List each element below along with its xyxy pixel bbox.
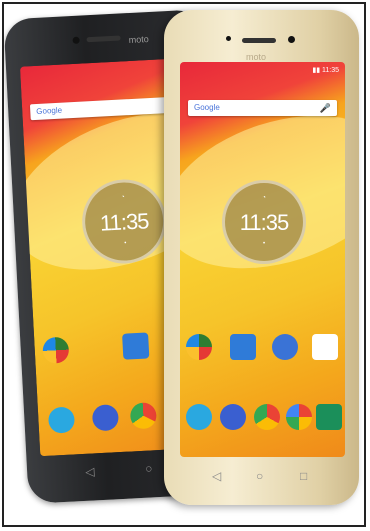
clock-time: 11:35 (239, 210, 289, 235)
clock-top: ◔ (120, 194, 125, 201)
phone-icon (186, 404, 212, 430)
status-bar: ▮▮ 11:35 (312, 67, 339, 74)
nav-back: ◁ (84, 464, 95, 479)
contacts-icon (122, 332, 150, 360)
clock-widget: ◔ 11:35 • (222, 180, 306, 264)
brand-logo: moto (246, 52, 267, 62)
nav-home: ○ (256, 469, 264, 483)
google-label: Google (36, 105, 63, 116)
photos-icon (186, 334, 212, 360)
chrome-icon (254, 404, 280, 430)
contacts-icon (230, 334, 256, 360)
gold-phone-screen: ▮▮ 11:35 Google 🎤 ◔ 11:35 • (180, 62, 345, 457)
nav-home: ○ (144, 461, 153, 476)
photos-pinwheel-icon (286, 404, 312, 430)
photo-frame: moto Google 🎤 ◔ 11:35 • ◁ ○ (2, 2, 366, 527)
clock-top: ◔ (262, 195, 266, 201)
play-store-icon (312, 334, 338, 360)
camera-icon (316, 404, 342, 430)
front-camera (72, 36, 80, 44)
sensor (288, 36, 295, 43)
mic-icon: 🎤 (319, 103, 331, 113)
clock-time: 11:35 (99, 208, 150, 236)
clock-date: • (124, 240, 127, 247)
messages-icon (220, 404, 246, 430)
nav-back: ◁ (212, 469, 222, 483)
clock-date: • (262, 241, 266, 247)
duo-icon (272, 334, 298, 360)
earpiece (86, 35, 121, 43)
brand-logo: moto (128, 33, 149, 46)
front-camera (226, 36, 231, 41)
gold-phone: moto ▮▮ 11:35 Google 🎤 ◔ 11:35 • ◁ ○ □ (164, 10, 359, 505)
nav-recent: □ (300, 469, 308, 483)
google-search-bar: Google 🎤 (188, 100, 337, 116)
google-label: Google (194, 103, 220, 112)
earpiece (242, 38, 276, 43)
